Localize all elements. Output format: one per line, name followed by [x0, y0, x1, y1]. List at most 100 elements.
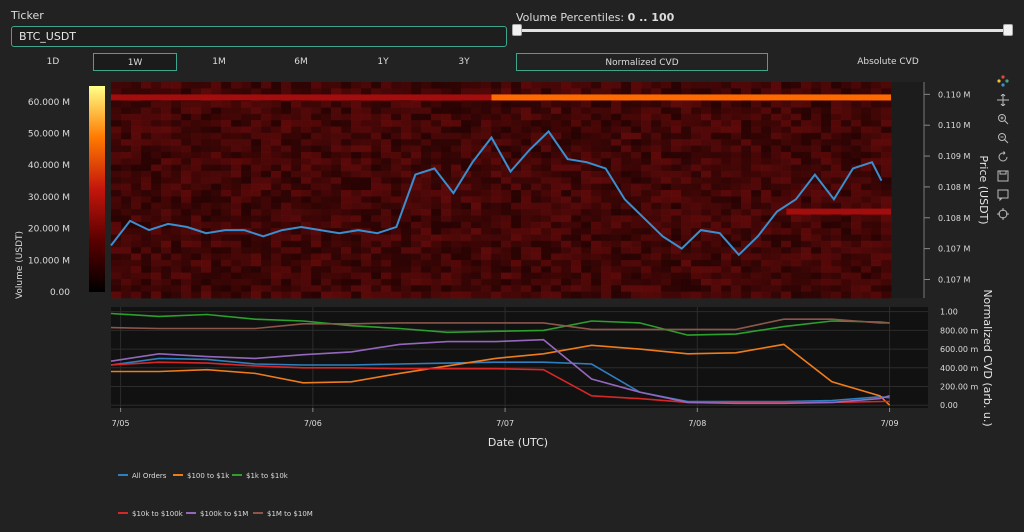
- heatmap-cell: [701, 291, 712, 299]
- heatmap-cell: [791, 215, 802, 223]
- heatmap-cell: [681, 190, 692, 197]
- heatmap-cell: [411, 145, 422, 153]
- slider-handle-high[interactable]: [1003, 24, 1013, 36]
- heatmap-cell: [721, 113, 732, 121]
- heatmap-cell: [651, 247, 662, 255]
- heatmap-cell: [831, 196, 842, 204]
- heatmap-cell: [451, 285, 462, 293]
- heatmap-cell: [311, 107, 322, 115]
- heatmap-cell: [271, 183, 282, 191]
- heatmap-cell: [321, 202, 332, 210]
- heatmap-cell: [431, 240, 442, 248]
- heatmap-cell: [611, 139, 622, 147]
- heatmap-cell: [421, 215, 432, 223]
- heatmap-cell: [841, 272, 852, 280]
- heatmap-cell: [281, 190, 292, 197]
- heatmap-cell: [431, 139, 442, 147]
- cvd-plot-background: [111, 307, 928, 408]
- heatmap-cell: [171, 88, 182, 96]
- heatmap-cell: [761, 266, 772, 274]
- heatmap-cell: [481, 126, 492, 134]
- comment-icon[interactable]: [996, 188, 1010, 202]
- heatmap-cell: [541, 139, 552, 147]
- ticker-input[interactable]: BTC_USDT: [11, 26, 507, 47]
- heatmap-cell: [751, 183, 762, 191]
- save-icon[interactable]: [996, 169, 1010, 183]
- timeframe-tab-1d[interactable]: 1D: [11, 53, 95, 71]
- volume-percentile-slider[interactable]: [516, 29, 1008, 32]
- heatmap-cell: [571, 120, 582, 127]
- plotly-logo-icon[interactable]: [996, 74, 1010, 88]
- cvd-axis-title: Normalized CVD (arb. u.): [981, 289, 994, 426]
- chart-area[interactable]: 60.000 M50.000 M40.000 M30.000 M20.000 M…: [0, 0, 1024, 532]
- heatmap-cell: [341, 190, 352, 197]
- heatmap-cell: [151, 88, 162, 96]
- heatmap-cell: [821, 120, 832, 127]
- heatmap-cell: [851, 170, 862, 178]
- timeframe-tab-1m[interactable]: 1M: [177, 53, 261, 71]
- heatmap-cell: [331, 158, 342, 166]
- heatmap-cell: [441, 139, 452, 147]
- heatmap-cell: [861, 253, 872, 261]
- heatmap-cell: [531, 82, 542, 89]
- heatmap-cell: [451, 88, 462, 96]
- heatmap-cell: [731, 132, 742, 140]
- heatmap-cell: [151, 158, 162, 166]
- heatmap-cell: [801, 107, 812, 115]
- heatmap-cell: [741, 285, 752, 293]
- heatmap-cell: [491, 196, 502, 204]
- heatmap-cell: [571, 278, 582, 286]
- mode-tab-absolute-cvd[interactable]: Absolute CVD: [768, 53, 1008, 71]
- heatmap-cell: [251, 101, 262, 108]
- heatmap-cell: [441, 234, 452, 242]
- heatmap-cell: [241, 145, 252, 153]
- slider-handle-low[interactable]: [512, 24, 522, 36]
- heatmap-cell: [741, 177, 752, 185]
- heatmap-cell: [721, 266, 732, 274]
- heatmap-cell: [591, 253, 602, 261]
- timeframe-tab-1y[interactable]: 1Y: [341, 53, 425, 71]
- reset-icon[interactable]: [996, 150, 1010, 164]
- heatmap-cell: [711, 234, 722, 242]
- heatmap-cell: [461, 120, 472, 127]
- heatmap-cell: [181, 240, 192, 248]
- heatmap-cell: [311, 145, 322, 153]
- heatmap-cell: [641, 126, 652, 134]
- mode-tab-normalized-cvd[interactable]: Normalized CVD: [516, 53, 768, 71]
- heatmap-cell: [881, 107, 892, 115]
- heatmap-cell: [121, 196, 132, 204]
- heatmap-cell: [471, 120, 482, 127]
- heatmap-cell: [661, 101, 672, 108]
- crosshair-icon[interactable]: [996, 207, 1010, 221]
- heatmap-cell: [551, 88, 562, 96]
- heatmap-cell: [841, 145, 852, 153]
- heatmap-cell: [231, 259, 242, 267]
- heatmap-cell: [581, 82, 592, 89]
- heatmap-cell: [691, 158, 702, 166]
- heatmap-cell: [781, 202, 792, 210]
- timeframe-tab-1w[interactable]: 1W: [93, 53, 177, 71]
- heatmap-cell: [461, 88, 472, 96]
- heatmap-cell: [181, 120, 192, 127]
- heatmap-cell: [801, 132, 812, 140]
- heatmap-cell: [411, 202, 422, 210]
- heatmap-cell: [111, 259, 122, 267]
- timeframe-tab-3y[interactable]: 3Y: [422, 53, 506, 71]
- heatmap-cell: [301, 139, 312, 147]
- pan-icon[interactable]: [996, 93, 1010, 107]
- heatmap-cell: [291, 145, 302, 153]
- heatmap-cell: [511, 272, 522, 280]
- heatmap-cell: [191, 145, 202, 153]
- heatmap-cell: [651, 228, 662, 235]
- timeframe-tab-6m[interactable]: 6M: [259, 53, 343, 71]
- heatmap-cell: [511, 253, 522, 261]
- heatmap-cell: [341, 88, 352, 96]
- zoom-out-icon[interactable]: [996, 131, 1010, 145]
- zoom-in-icon[interactable]: [996, 112, 1010, 126]
- heatmap-cell: [531, 291, 542, 299]
- heatmap-cell: [141, 221, 152, 229]
- heatmap-cell: [621, 132, 632, 140]
- heatmap-cell: [361, 285, 372, 293]
- heatmap-cell: [681, 272, 692, 280]
- heatmap-cell: [691, 120, 702, 127]
